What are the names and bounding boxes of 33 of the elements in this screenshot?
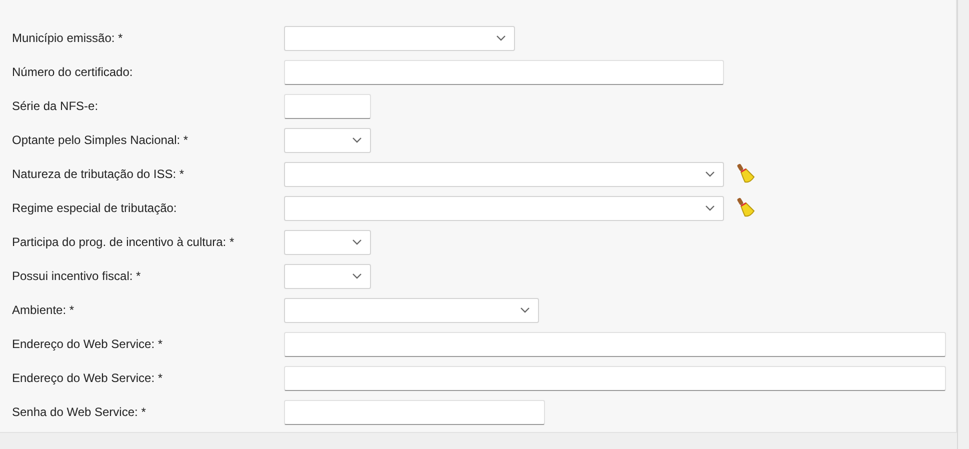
dropdown-field[interactable]	[284, 162, 724, 186]
field-label: Endereço do Web Service: *	[11, 336, 164, 353]
input-field[interactable]	[284, 332, 946, 356]
input-field[interactable]	[284, 400, 545, 424]
field-label: Série da NFS-e:	[11, 98, 100, 115]
dropdown-field[interactable]	[284, 196, 724, 220]
dropdown-field[interactable]	[284, 298, 539, 322]
input-field[interactable]	[284, 366, 946, 390]
broom-icon[interactable]	[735, 163, 757, 185]
chevron-down-icon	[352, 137, 362, 143]
chevron-down-icon	[705, 171, 715, 177]
chevron-down-icon	[352, 239, 362, 245]
dropdown-field[interactable]	[284, 26, 515, 50]
field-label: Ambiente: *	[11, 302, 76, 319]
dropdown-field[interactable]	[284, 264, 371, 288]
chevron-down-icon	[496, 35, 506, 41]
chevron-down-icon	[705, 205, 715, 211]
field-label: Regime especial de tributação:	[11, 200, 178, 217]
field-label: Optante pelo Simples Nacional: *	[11, 132, 190, 149]
chevron-down-icon	[352, 273, 362, 279]
field-label: Senha do Web Service: *	[11, 404, 147, 421]
field-label: Natureza de tributação do ISS: *	[11, 166, 186, 183]
broom-icon[interactable]	[735, 197, 757, 219]
field-label: Número do certificado:	[11, 64, 134, 81]
field-label: Participa do prog. de incentivo à cultura: *	[11, 234, 236, 251]
field-label: Possui incentivo fiscal: *	[11, 268, 142, 285]
chevron-down-icon	[520, 307, 530, 313]
dropdown-field[interactable]	[284, 230, 371, 254]
field-label: Endereço do Web Service: *	[11, 370, 164, 387]
input-field[interactable]	[284, 60, 724, 84]
field-label: Município emissão: *	[11, 30, 124, 47]
input-field[interactable]	[284, 94, 371, 118]
dropdown-field[interactable]	[284, 128, 371, 152]
